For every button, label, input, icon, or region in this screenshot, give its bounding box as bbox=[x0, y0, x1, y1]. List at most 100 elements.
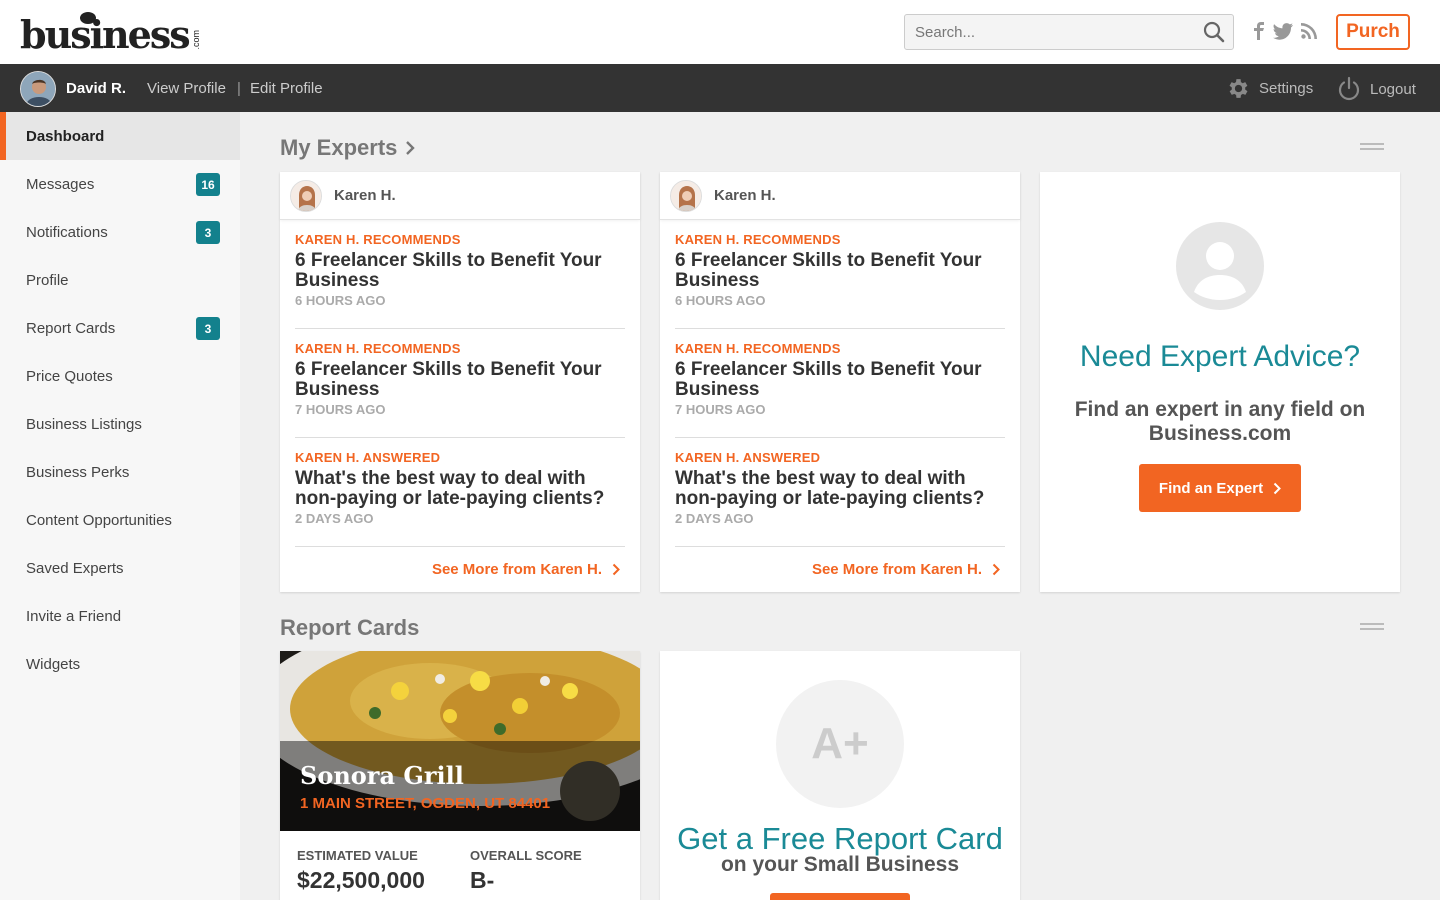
sidebar-item-saved-experts[interactable]: Saved Experts bbox=[0, 544, 240, 592]
sidebar-item-dashboard[interactable]: Dashboard bbox=[0, 112, 240, 160]
expert-name: Karen H. bbox=[714, 187, 776, 204]
sidebar-item-label: Report Cards bbox=[26, 319, 116, 337]
activity-kicker: Karen H. Recommends bbox=[295, 341, 461, 356]
find-expert-label: Find an Expert bbox=[1158, 479, 1264, 497]
activity-title[interactable]: 6 Freelancer Skills to Benefit Your Busi… bbox=[295, 251, 625, 291]
sidebar: Dashboard Messages 16 Notifications 3 Prof… bbox=[0, 112, 240, 900]
sidebar-item-profile[interactable]: Profile bbox=[0, 256, 240, 304]
see-more-link[interactable]: See More from Karen H. bbox=[432, 561, 620, 578]
activity-time: 7 Hours Ago bbox=[295, 402, 386, 417]
sidebar-item-widgets[interactable]: Widgets bbox=[0, 640, 240, 688]
business-photo: Sonora Grill 1 MAIN STREET, OGDEN, UT 84… bbox=[280, 651, 640, 831]
sidebar-item-label: Business Perks bbox=[26, 463, 130, 481]
see-more-link[interactable]: See More from Karen H. bbox=[812, 561, 1000, 578]
sidebar-item-label: Notifications bbox=[26, 223, 108, 241]
settings-link[interactable]: Settings bbox=[1226, 76, 1313, 101]
business-report-card[interactable]: Sonora Grill 1 MAIN STREET, OGDEN, UT 84… bbox=[280, 651, 640, 900]
expert-card: Karen H. Karen H. Recommends 6 Freelance… bbox=[660, 172, 1020, 592]
business-address: 1 MAIN STREET, OGDEN, UT 84401 bbox=[300, 795, 551, 812]
activity-time: 6 Hours Ago bbox=[675, 293, 766, 308]
user-placeholder-icon bbox=[1176, 222, 1264, 310]
sidebar-item-content-opportunities[interactable]: Content Opportunities bbox=[0, 496, 240, 544]
activity-title[interactable]: 6 Freelancer Skills to Benefit Your Busi… bbox=[295, 360, 625, 400]
section-title-text: My Experts bbox=[280, 135, 398, 160]
logout-link[interactable]: Logout bbox=[1336, 76, 1416, 102]
sidebar-item-label: Widgets bbox=[26, 655, 81, 673]
expert-card-header[interactable]: Karen H. bbox=[660, 172, 1020, 220]
business-name: Sonora Grill bbox=[300, 761, 464, 790]
free-report-title: Get a Free Report Card bbox=[677, 821, 1003, 856]
sidebar-item-business-listings[interactable]: Business Listings bbox=[0, 400, 240, 448]
sidebar-item-label: Saved Experts bbox=[26, 559, 124, 577]
estimated-value: $22,500,000 bbox=[297, 867, 425, 893]
expert-activity-item[interactable]: Karen H. Recommends 6 Freelancer Skills … bbox=[295, 329, 625, 438]
sidebar-item-price-quotes[interactable]: Price Quotes bbox=[0, 352, 240, 400]
activity-kicker: Karen H. Answered bbox=[295, 450, 441, 465]
sidebar-item-label: Business Listings bbox=[26, 415, 142, 433]
chevron-right-icon bbox=[992, 563, 1000, 576]
settings-label: Settings bbox=[1259, 80, 1314, 97]
my-experts-heading[interactable]: My Experts bbox=[280, 135, 416, 161]
activity-title[interactable]: What's the best way to deal with non-pay… bbox=[675, 469, 1005, 509]
speech-bubble-icon bbox=[80, 12, 96, 24]
twitter-icon[interactable] bbox=[1273, 20, 1293, 42]
expert-card: Karen H. Karen H. Recommends 6 Freelance… bbox=[280, 172, 640, 592]
expert-name: Karen H. bbox=[334, 187, 396, 204]
expert-activity-item[interactable]: Karen H. Answered What's the best way to… bbox=[295, 438, 625, 547]
sidebar-item-label: Invite a Friend bbox=[26, 607, 122, 625]
power-icon bbox=[1338, 76, 1360, 101]
free-report-subtitle: on your Small Business bbox=[720, 853, 960, 876]
logo-text: business bbox=[20, 12, 191, 57]
activity-kicker: Karen H. Answered bbox=[675, 450, 821, 465]
activity-title[interactable]: 6 Freelancer Skills to Benefit Your Busi… bbox=[675, 360, 1005, 400]
report-cards-heading[interactable]: Report Cards bbox=[280, 615, 419, 641]
overall-score: B- bbox=[470, 867, 495, 893]
expert-activity-item[interactable]: Karen H. Recommends 6 Freelancer Skills … bbox=[675, 220, 1005, 329]
activity-title[interactable]: 6 Freelancer Skills to Benefit Your Busi… bbox=[675, 251, 1005, 291]
activity-kicker: Karen H. Recommends bbox=[295, 232, 461, 247]
sidebar-item-business-perks[interactable]: Business Perks bbox=[0, 448, 240, 496]
facebook-icon[interactable] bbox=[1249, 20, 1269, 42]
drag-handle-icon[interactable] bbox=[1360, 623, 1384, 630]
get-report-card-button[interactable] bbox=[770, 893, 910, 900]
sidebar-item-report-cards[interactable]: Report Cards 3 bbox=[0, 304, 240, 352]
purch-button[interactable]: Purch bbox=[1336, 14, 1410, 50]
rss-icon[interactable] bbox=[1299, 20, 1319, 42]
expert-activity-item[interactable]: Karen H. Answered What's the best way to… bbox=[675, 438, 1005, 547]
search-icon[interactable] bbox=[1203, 21, 1225, 43]
edit-profile-link[interactable]: Edit Profile bbox=[250, 80, 323, 97]
sidebar-item-invite-a-friend[interactable]: Invite a Friend bbox=[0, 592, 240, 640]
activity-time: 6 Hours Ago bbox=[295, 293, 386, 308]
activity-kicker: Karen H. Recommends bbox=[675, 232, 841, 247]
chevron-right-icon bbox=[406, 141, 416, 155]
user-avatar[interactable] bbox=[20, 71, 56, 107]
chevron-right-icon bbox=[612, 563, 620, 576]
count-badge: 16 bbox=[196, 173, 220, 196]
see-more-label: See More from Karen H. bbox=[811, 561, 982, 578]
user-name[interactable]: David R. bbox=[66, 80, 126, 97]
activity-time: 2 Days Ago bbox=[675, 511, 754, 526]
view-profile-link[interactable]: View Profile bbox=[147, 80, 226, 97]
logout-label: Logout bbox=[1370, 80, 1416, 98]
grade-placeholder: A+ bbox=[776, 680, 904, 808]
expert-card-header[interactable]: Karen H. bbox=[280, 172, 640, 220]
sidebar-item-label: Messages bbox=[26, 175, 95, 193]
sidebar-item-label: Price Quotes bbox=[26, 367, 113, 385]
sidebar-item-notifications[interactable]: Notifications 3 bbox=[0, 208, 240, 256]
free-report-card-promo: A+ Get a Free Report Card on your Small … bbox=[660, 651, 1020, 900]
expert-avatar bbox=[670, 179, 702, 212]
expert-advice-card: Need Expert Advice? Find an expert in an… bbox=[1040, 172, 1400, 592]
expert-activity-item[interactable]: Karen H. Recommends 6 Freelancer Skills … bbox=[295, 220, 625, 329]
search-box bbox=[904, 14, 1234, 50]
business-logo[interactable]: business .com bbox=[20, 10, 201, 54]
activity-title[interactable]: What's the best way to deal with non-pay… bbox=[295, 469, 625, 509]
expert-avatar bbox=[290, 179, 322, 212]
activity-time: 7 Hours Ago bbox=[675, 402, 766, 417]
chevron-right-icon bbox=[1273, 482, 1282, 494]
drag-handle-icon[interactable] bbox=[1360, 143, 1384, 150]
search-input[interactable] bbox=[905, 15, 1185, 49]
expert-activity-item[interactable]: Karen H. Recommends 6 Freelancer Skills … bbox=[675, 329, 1005, 438]
sidebar-item-messages[interactable]: Messages 16 bbox=[0, 160, 240, 208]
find-expert-button[interactable]: Find an Expert bbox=[1139, 464, 1301, 512]
user-bar: David R. View Profile | Edit Profile Set… bbox=[0, 64, 1440, 112]
